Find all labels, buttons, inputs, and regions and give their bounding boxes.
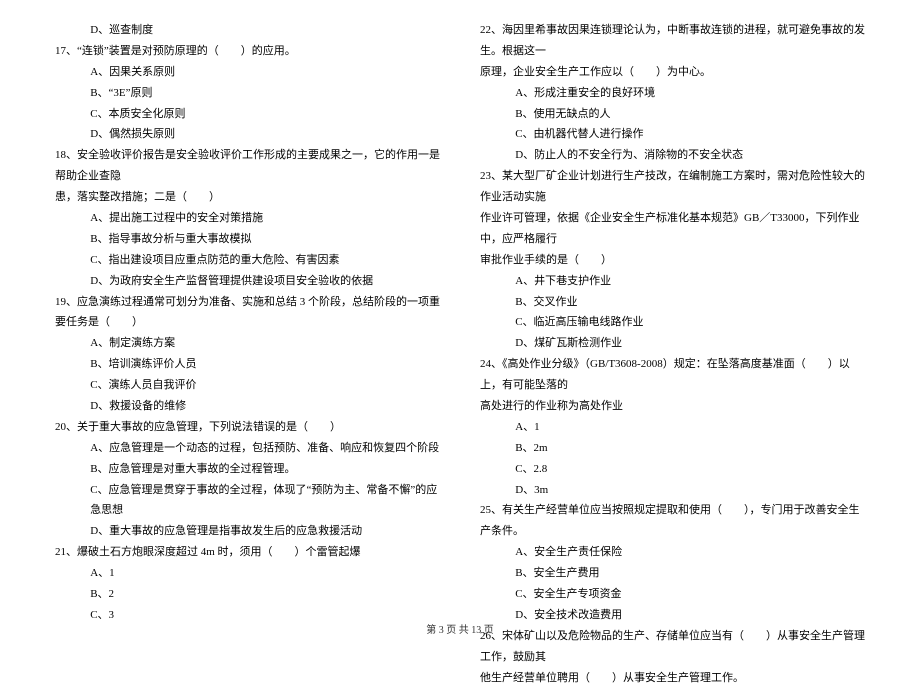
q22-cont: 原理，企业安全生产工作应以（ ）为中心。 [480, 62, 865, 83]
q24-option-c: C、2.8 [480, 459, 865, 480]
q25-option-c: C、安全生产专项资金 [480, 584, 865, 605]
q23-option-c: C、临近高压输电线路作业 [480, 312, 865, 333]
q26-cont: 他生产经营单位聘用（ ）从事安全生产管理工作。 [480, 668, 865, 689]
q18-option-d: D、为政府安全生产监督管理提供建设项目安全验收的依据 [55, 271, 440, 292]
q18-option-c: C、指出建设项目应重点防范的重大危险、有害因素 [55, 250, 440, 271]
q24-cont: 高处进行的作业称为高处作业 [480, 396, 865, 417]
q24-option-b: B、2m [480, 438, 865, 459]
q16-option-d: D、巡查制度 [55, 20, 440, 41]
q23-option-b: B、交叉作业 [480, 292, 865, 313]
q18-option-b: B、指导事故分析与重大事故模拟 [55, 229, 440, 250]
right-column: 22、海因里希事故因果连锁理论认为，中断事故连锁的进程，就可避免事故的发生。根据… [480, 20, 865, 610]
page-footer: 第 3 页 共 13 页 [0, 621, 920, 640]
q23-cont1: 作业许可管理，依据《企业安全生产标准化基本规范》GB／T33000，下列作业中，… [480, 208, 865, 250]
q17: 17、“连锁”装置是对预防原理的（ ）的应用。 [55, 41, 440, 62]
q22-option-b: B、使用无缺点的人 [480, 104, 865, 125]
q20-option-b: B、应急管理是对重大事故的全过程管理。 [55, 459, 440, 480]
q24: 24、《高处作业分级》（GB/T3608-2008）规定：在坠落高度基准面（ ）… [480, 354, 865, 396]
q22-option-d: D、防止人的不安全行为、消除物的不安全状态 [480, 145, 865, 166]
left-column: D、巡查制度 17、“连锁”装置是对预防原理的（ ）的应用。 A、因果关系原则 … [55, 20, 440, 610]
q23: 23、某大型厂矿企业计划进行生产技改，在编制施工方案时，需对危险性较大的作业活动… [480, 166, 865, 208]
q23-option-d: D、煤矿瓦斯检测作业 [480, 333, 865, 354]
q19-option-a: A、制定演练方案 [55, 333, 440, 354]
q19-option-b: B、培训演练评价人员 [55, 354, 440, 375]
two-column-layout: D、巡查制度 17、“连锁”装置是对预防原理的（ ）的应用。 A、因果关系原则 … [55, 20, 865, 610]
q20-option-c: C、应急管理是贯穿于事故的全过程，体现了“预防为主、常备不懈”的应急思想 [55, 480, 440, 522]
q21-option-a: A、1 [55, 563, 440, 584]
q21-option-b: B、2 [55, 584, 440, 605]
q19: 19、应急演练过程通常可划分为准备、实施和总结 3 个阶段，总结阶段的一项重要任… [55, 292, 440, 334]
q19-option-d: D、救援设备的维修 [55, 396, 440, 417]
q24-option-d: D、3m [480, 480, 865, 501]
q20-option-a: A、应急管理是一个动态的过程，包括预防、准备、响应和恢复四个阶段 [55, 438, 440, 459]
q25-option-b: B、安全生产费用 [480, 563, 865, 584]
q18-option-a: A、提出施工过程中的安全对策措施 [55, 208, 440, 229]
q22-option-a: A、形成注重安全的良好环境 [480, 83, 865, 104]
q18-cont: 患，落实整改措施；二是（ ） [55, 187, 440, 208]
q22-option-c: C、由机器代替人进行操作 [480, 124, 865, 145]
q20-option-d: D、重大事故的应急管理是指事故发生后的应急救援活动 [55, 521, 440, 542]
q25-option-a: A、安全生产责任保险 [480, 542, 865, 563]
q19-option-c: C、演练人员自我评价 [55, 375, 440, 396]
q24-option-a: A、1 [480, 417, 865, 438]
q22: 22、海因里希事故因果连锁理论认为，中断事故连锁的进程，就可避免事故的发生。根据… [480, 20, 865, 62]
q17-option-a: A、因果关系原则 [55, 62, 440, 83]
q17-option-b: B、“3E”原则 [55, 83, 440, 104]
q25: 25、有关生产经营单位应当按照规定提取和使用（ ），专门用于改善安全生产条件。 [480, 500, 865, 542]
q20: 20、关于重大事故的应急管理，下列说法错误的是（ ） [55, 417, 440, 438]
q23-cont2: 审批作业手续的是（ ） [480, 250, 865, 271]
q23-option-a: A、井下巷支护作业 [480, 271, 865, 292]
q17-option-c: C、本质安全化原则 [55, 104, 440, 125]
q17-option-d: D、偶然损失原则 [55, 124, 440, 145]
q21: 21、爆破土石方炮眼深度超过 4m 时，须用（ ）个雷管起爆 [55, 542, 440, 563]
q18: 18、安全验收评价报告是安全验收评价工作形成的主要成果之一，它的作用一是帮助企业… [55, 145, 440, 187]
